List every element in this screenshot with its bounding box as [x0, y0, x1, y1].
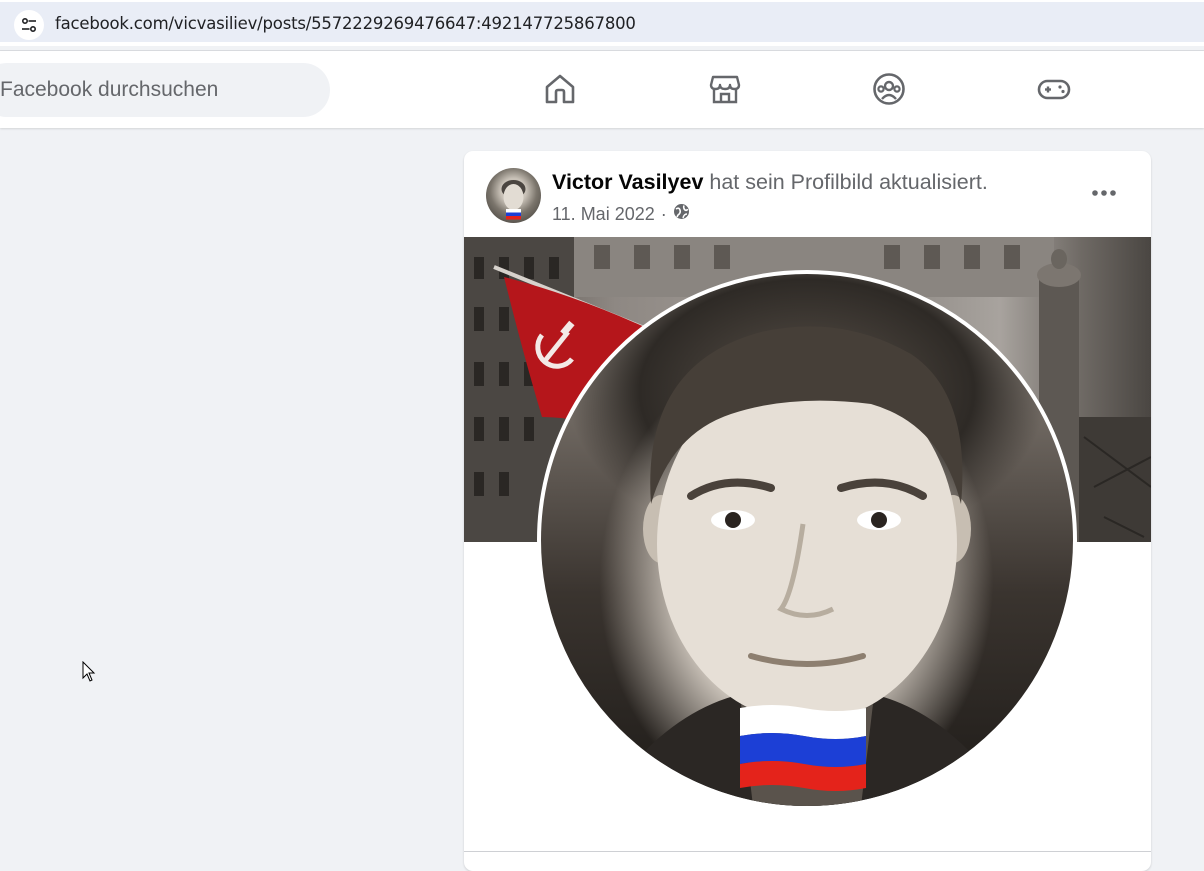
post-meta: 11. Mai 2022 · [552, 203, 690, 225]
groups-icon[interactable] [871, 71, 907, 107]
post-action-text: hat sein Profilbild aktualisiert. [709, 170, 988, 194]
meta-separator: · [660, 203, 667, 224]
url-text[interactable]: facebook.com/vicvasiliev/posts/557222926… [55, 14, 636, 33]
cursor-icon [82, 660, 96, 688]
home-icon[interactable] [542, 71, 578, 107]
marketplace-icon[interactable] [707, 71, 743, 107]
gaming-icon[interactable] [1036, 71, 1072, 107]
profile-picture[interactable] [537, 270, 1077, 810]
avatar[interactable] [486, 168, 541, 223]
more-horizontal-icon[interactable] [1084, 173, 1124, 213]
post-date[interactable]: 11. Mai 2022 [552, 204, 655, 225]
url-bar[interactable]: facebook.com/vicvasiliev/posts/557222926… [0, 2, 1204, 42]
globe-icon[interactable] [673, 203, 690, 225]
post-header-line: Victor Vasilyev hat sein Profilbild aktu… [552, 170, 988, 195]
divider [464, 851, 1151, 852]
author-name[interactable]: Victor Vasilyev [552, 170, 703, 194]
search-placeholder: Facebook durchsuchen [0, 78, 219, 101]
tune-icon[interactable] [14, 10, 44, 40]
browser-address-bar: facebook.com/vicvasiliev/posts/557222926… [0, 0, 1204, 46]
facebook-header: Facebook durchsuchen [0, 51, 1204, 128]
search-input[interactable]: Facebook durchsuchen [0, 63, 330, 117]
post-card: Victor Vasilyev hat sein Profilbild aktu… [464, 151, 1151, 871]
